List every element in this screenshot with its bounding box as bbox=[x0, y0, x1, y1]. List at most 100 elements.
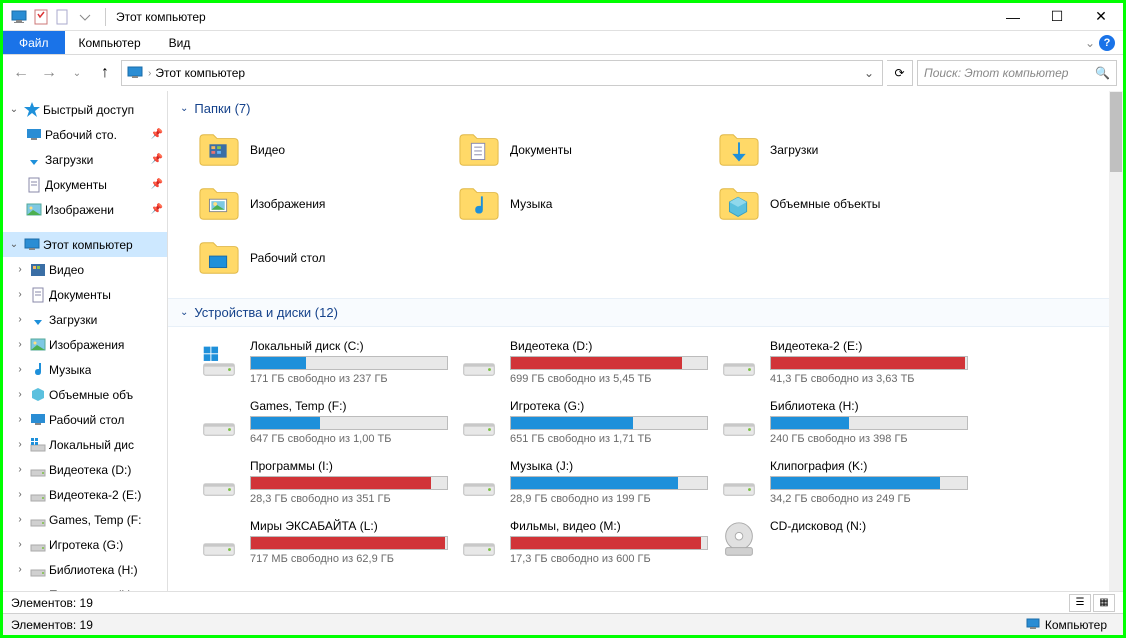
ribbon-expand-icon[interactable]: ⌄ bbox=[1085, 36, 1095, 50]
folder-item[interactable]: Объемные объекты bbox=[718, 180, 968, 228]
tree-quick-item[interactable]: Загрузки📌 bbox=[3, 147, 167, 172]
drive-free-text: 34,2 ГБ свободно из 249 ГБ bbox=[770, 493, 968, 505]
drive-icon bbox=[718, 399, 760, 441]
tree-pc-item[interactable]: ›Видеотека-2 (E:) bbox=[3, 482, 167, 507]
drive-item[interactable]: Миры ЭКСАБАЙТА (L:)717 МБ свободно из 62… bbox=[198, 519, 448, 565]
chevron-right-icon: › bbox=[13, 539, 27, 550]
drive-item[interactable]: Видеотека (D:)699 ГБ свободно из 5,45 ТБ bbox=[458, 339, 708, 385]
search-input[interactable]: Поиск: Этот компьютер 🔍 bbox=[917, 60, 1117, 86]
drive-item[interactable]: Программы (I:)28,3 ГБ свободно из 351 ГБ bbox=[198, 459, 448, 505]
drive-usage-bar bbox=[770, 356, 968, 370]
folder-item[interactable]: Документы bbox=[458, 126, 708, 174]
pin-icon: 📌 bbox=[151, 204, 163, 215]
folder-label: Видео bbox=[250, 143, 285, 157]
tree-pc-item[interactable]: ›Загрузки bbox=[3, 307, 167, 332]
drive-label: Библиотека (H:) bbox=[770, 399, 968, 413]
view-tiles-button[interactable]: ▦ bbox=[1093, 594, 1115, 612]
nav-forward-button[interactable]: → bbox=[37, 61, 61, 85]
nav-back-button[interactable]: ← bbox=[9, 61, 33, 85]
chevron-right-icon: › bbox=[13, 264, 27, 275]
scroll-thumb[interactable] bbox=[1110, 92, 1122, 172]
drive-item[interactable]: Библиотека (H:)240 ГБ свободно из 398 ГБ bbox=[718, 399, 968, 445]
close-button[interactable]: ✕ bbox=[1079, 3, 1123, 31]
group-header-drives[interactable]: ⌄ Устройства и диски (12) bbox=[168, 298, 1123, 327]
qat-dropdown-icon[interactable] bbox=[75, 7, 95, 27]
tree-pc-item[interactable]: ›Программы (I:) bbox=[3, 582, 167, 591]
drive-icon bbox=[718, 519, 760, 561]
bottom-computer-button[interactable]: Компьютер bbox=[1017, 617, 1115, 633]
folder-item[interactable]: Изображения bbox=[198, 180, 448, 228]
drive-free-text: 699 ГБ свободно из 5,45 ТБ bbox=[510, 373, 708, 385]
drive-free-text: 717 МБ свободно из 62,9 ГБ bbox=[250, 553, 448, 565]
nav-recent-button[interactable]: ⌄ bbox=[65, 61, 89, 85]
content-scrollbar[interactable] bbox=[1109, 91, 1123, 591]
folder-label: Изображения bbox=[250, 197, 325, 211]
folder-label: Объемные объекты bbox=[770, 197, 880, 211]
help-icon[interactable]: ? bbox=[1099, 35, 1115, 51]
tree-pc-item[interactable]: ›Музыка bbox=[3, 357, 167, 382]
sidebar: ⌄Быстрый доступРабочий сто.📌Загрузки📌Док… bbox=[3, 91, 168, 591]
drive-item[interactable]: Локальный диск (C:)171 ГБ свободно из 23… bbox=[198, 339, 448, 385]
folder-label: Музыка bbox=[510, 197, 552, 211]
tree-this-pc[interactable]: ⌄Этот компьютер bbox=[3, 232, 167, 257]
pictures-icon bbox=[29, 336, 47, 354]
tree-pc-item[interactable]: ›Библиотека (H:) bbox=[3, 557, 167, 582]
folder-item[interactable]: Рабочий стол bbox=[198, 234, 448, 282]
tree-quick-item[interactable]: Рабочий сто.📌 bbox=[3, 122, 167, 147]
desktop-icon bbox=[25, 126, 43, 144]
chevron-right-icon: › bbox=[13, 489, 27, 500]
search-icon: 🔍 bbox=[1095, 66, 1110, 80]
statusbar: Элементов: 19 ☰ ▦ bbox=[3, 591, 1123, 613]
nav-up-button[interactable]: ↑ bbox=[93, 61, 117, 85]
drive-item[interactable]: CD-дисковод (N:) bbox=[718, 519, 968, 565]
drive-icon bbox=[718, 339, 760, 381]
tree-pc-item[interactable]: ›Изображения bbox=[3, 332, 167, 357]
tree-pc-item[interactable]: ›Видеотека (D:) bbox=[3, 457, 167, 482]
tree-pc-item[interactable]: ›Документы bbox=[3, 282, 167, 307]
drive-usage-bar bbox=[770, 476, 968, 490]
drive-label: Музыка (J:) bbox=[510, 459, 708, 473]
minimize-button[interactable]: — bbox=[991, 3, 1035, 31]
documents-icon bbox=[25, 176, 43, 194]
drive-item[interactable]: Фильмы, видео (M:)17,3 ГБ свободно из 60… bbox=[458, 519, 708, 565]
tree-pc-item[interactable]: ›Games, Temp (F: bbox=[3, 507, 167, 532]
drive-label: CD-дисковод (N:) bbox=[770, 519, 968, 533]
tree-pc-item[interactable]: ›Видео bbox=[3, 257, 167, 282]
group-header-folders[interactable]: ⌄ Папки (7) bbox=[180, 95, 1111, 122]
tree-quick-item[interactable]: Изображени 📌 bbox=[3, 197, 167, 222]
drive-icon bbox=[458, 459, 500, 501]
folder-item[interactable]: Видео bbox=[198, 126, 448, 174]
tree-label: Рабочий сто. bbox=[45, 128, 117, 142]
folder-label: Загрузки bbox=[770, 143, 818, 157]
ribbon-computer-tab[interactable]: Компьютер bbox=[65, 31, 155, 54]
downloads-icon bbox=[29, 311, 47, 329]
tree-pc-item[interactable]: ›Локальный дис bbox=[3, 432, 167, 457]
view-details-button[interactable]: ☰ bbox=[1069, 594, 1091, 612]
qat-new-icon[interactable] bbox=[53, 7, 73, 27]
tree-pc-item[interactable]: ›Объемные объ bbox=[3, 382, 167, 407]
tree-pc-item[interactable]: ›Рабочий стол bbox=[3, 407, 167, 432]
tree-pc-item[interactable]: ›Игротека (G:) bbox=[3, 532, 167, 557]
tree-quick-access[interactable]: ⌄Быстрый доступ bbox=[3, 97, 167, 122]
group-header-folders-label: Папки (7) bbox=[194, 101, 250, 116]
drive-item[interactable]: Музыка (J:)28,9 ГБ свободно из 199 ГБ bbox=[458, 459, 708, 505]
drive-item[interactable]: Games, Temp (F:)647 ГБ свободно из 1,00 … bbox=[198, 399, 448, 445]
osdrive-icon bbox=[29, 436, 47, 454]
ribbon-file-tab[interactable]: Файл bbox=[3, 31, 65, 54]
tree-label: Изображени bbox=[45, 203, 114, 217]
drive-item[interactable]: Игротека (G:)651 ГБ свободно из 1,71 ТБ bbox=[458, 399, 708, 445]
tree-label: Документы bbox=[45, 178, 107, 192]
address-field[interactable]: › Этот компьютер ⌄ bbox=[121, 60, 883, 86]
address-dropdown-icon[interactable]: ⌄ bbox=[860, 66, 878, 80]
qat-properties-icon[interactable] bbox=[31, 7, 51, 27]
maximize-button[interactable]: ☐ bbox=[1035, 3, 1079, 31]
tree-quick-item[interactable]: Документы📌 bbox=[3, 172, 167, 197]
refresh-button[interactable]: ⟳ bbox=[887, 60, 913, 86]
drive-usage-bar bbox=[250, 536, 448, 550]
folder-item[interactable]: Загрузки bbox=[718, 126, 968, 174]
drive-item[interactable]: Клипография (K:)34,2 ГБ свободно из 249 … bbox=[718, 459, 968, 505]
folder-item[interactable]: Музыка bbox=[458, 180, 708, 228]
star-icon bbox=[23, 101, 41, 119]
drive-item[interactable]: Видеотека-2 (E:)41,3 ГБ свободно из 3,63… bbox=[718, 339, 968, 385]
ribbon-view-tab[interactable]: Вид bbox=[155, 31, 205, 54]
